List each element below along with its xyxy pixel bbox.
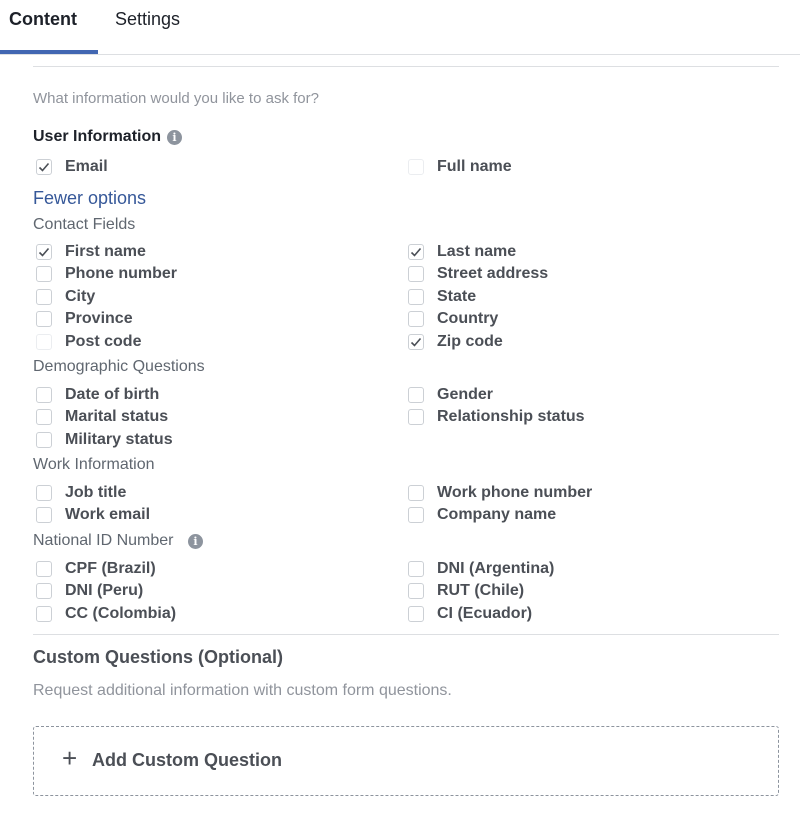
checkbox-label: Work email [65,506,151,523]
checkbox-label: RUT (Chile) [437,582,525,599]
checkbox-label: DNI (Argentina) [437,560,555,577]
checkbox-empty-icon[interactable] [408,311,424,327]
checkbox-checked-icon[interactable] [36,159,52,175]
checkbox-label: Street address [437,265,549,282]
checkbox-empty-icon[interactable] [408,159,424,175]
checkbox-label: Job title [65,484,127,501]
checkbox-label: Relationship status [437,408,585,425]
plus-icon: + [62,743,78,773]
checkbox-empty-icon[interactable] [408,606,424,622]
checkbox-empty-icon[interactable] [408,289,424,305]
checkbox-empty-icon[interactable] [36,334,52,350]
custom-questions-title: Custom Questions (Optional) [33,647,283,667]
checkbox-empty-icon[interactable] [36,507,52,523]
checkbox-empty-icon[interactable] [36,583,52,599]
checkbox-label: Country [437,310,499,327]
checkbox-label: Last name [437,243,517,260]
checkbox-empty-icon[interactable] [408,266,424,282]
checkbox-label: Post code [65,333,142,350]
checkbox-empty-icon[interactable] [36,311,52,327]
add-custom-question-label: Add Custom Question [92,750,282,770]
checkbox-label: Work phone number [437,484,593,501]
checkbox-label: City [65,288,96,305]
top-divider [33,66,779,67]
checkbox-empty-icon[interactable] [36,432,52,448]
checkbox-label: Date of birth [65,386,160,403]
checkbox-empty-icon[interactable] [36,266,52,282]
checkbox-empty-icon[interactable] [36,409,52,425]
checkbox-label: Marital status [65,408,169,425]
form-prompt: What information would you like to ask f… [33,90,319,107]
checkbox-empty-icon[interactable] [36,561,52,577]
checkbox-label: First name [65,243,146,260]
checkbox-checked-icon[interactable] [408,244,424,260]
checkbox-label: Military status [65,431,173,448]
checkbox-label: Email [65,158,108,175]
checkbox-checked-icon[interactable] [36,244,52,260]
checkbox-empty-icon[interactable] [408,561,424,577]
user-information-title: User Information [33,128,162,145]
tab-bar: Content Settings [0,0,800,55]
section-divider [33,634,779,635]
checkbox-empty-icon[interactable] [36,289,52,305]
tab-settings[interactable]: Settings [115,9,180,30]
checkbox-label: Full name [437,158,512,175]
checkbox-label: Gender [437,386,494,403]
checkbox-label: Phone number [65,265,178,282]
group-label-contact-fields: Contact Fields [33,216,136,233]
tab-content[interactable]: Content [9,9,77,30]
checkbox-empty-icon[interactable] [408,583,424,599]
checkbox-empty-icon[interactable] [36,606,52,622]
info-icon[interactable]: i [188,534,203,549]
checkbox-empty-icon[interactable] [408,485,424,501]
checkbox-label: Province [65,310,133,327]
fewer-options-link[interactable]: Fewer options [33,188,146,209]
checkbox-label: State [437,288,477,305]
checkbox-label: CC (Colombia) [65,605,177,622]
custom-questions-description: Request additional information with cust… [33,682,452,699]
checkbox-empty-icon[interactable] [408,409,424,425]
checkbox-label: Company name [437,506,557,523]
add-custom-question-button[interactable]: + Add Custom Question [33,726,779,796]
checkbox-checked-icon[interactable] [408,334,424,350]
checkbox-empty-icon[interactable] [36,485,52,501]
checkbox-empty-icon[interactable] [36,387,52,403]
checkbox-label: DNI (Peru) [65,582,144,599]
checkbox-label: CI (Ecuador) [437,605,533,622]
checkbox-label: CPF (Brazil) [65,560,156,577]
group-label-demographic-questions: Demographic Questions [33,358,205,375]
active-tab-indicator [0,50,98,54]
info-icon[interactable]: i [167,130,182,145]
group-label-work-information: Work Information [33,456,155,473]
checkbox-empty-icon[interactable] [408,507,424,523]
group-label-national-id-number: National ID Number [33,532,174,549]
checkbox-label: Zip code [437,333,503,350]
checkbox-empty-icon[interactable] [408,387,424,403]
